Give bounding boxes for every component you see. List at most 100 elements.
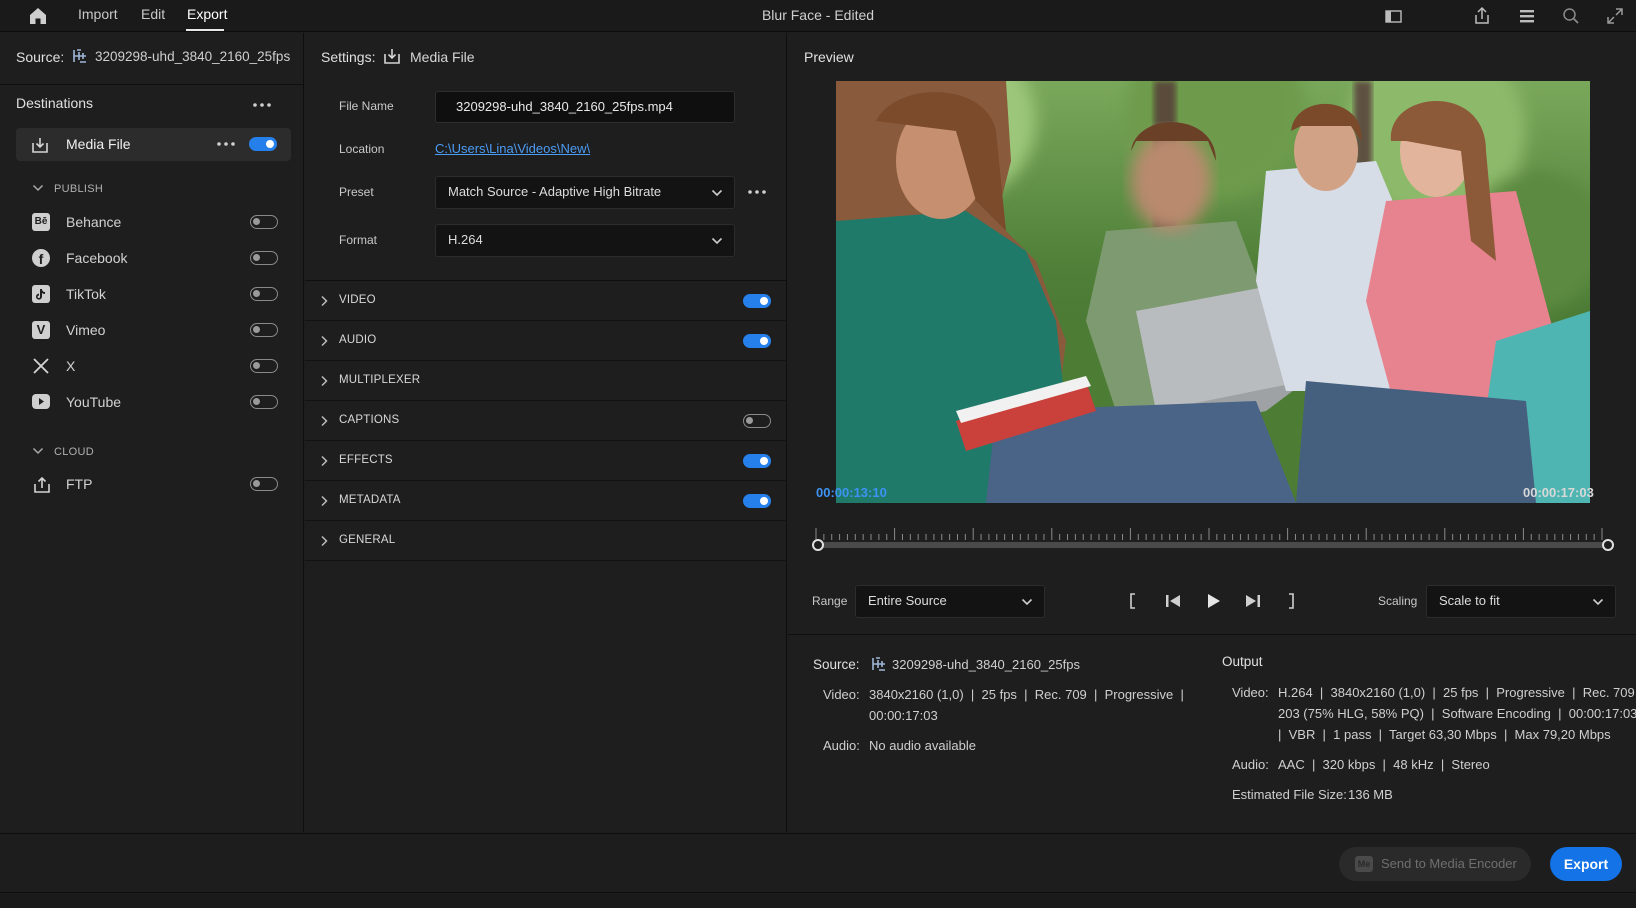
facebook-toggle[interactable] xyxy=(250,251,278,265)
section-effects-label: EFFECTS xyxy=(339,454,393,466)
effects-toggle[interactable] xyxy=(743,454,771,468)
destinations-more-icon[interactable] xyxy=(250,95,274,113)
media-file-toggle[interactable] xyxy=(249,137,277,151)
destination-media-file[interactable]: Media File xyxy=(16,128,291,161)
video-toggle[interactable] xyxy=(743,294,771,308)
progress-queue-icon[interactable] xyxy=(1515,4,1539,28)
destination-vimeo[interactable]: V Vimeo xyxy=(16,314,291,346)
chevron-right-icon xyxy=(317,294,331,308)
destination-tiktok[interactable]: TikTok xyxy=(16,278,291,310)
section-general[interactable]: GENERAL xyxy=(305,521,787,561)
preset-more-icon[interactable] xyxy=(745,183,769,201)
document-status: - Edited xyxy=(821,7,875,23)
audio-toggle[interactable] xyxy=(743,334,771,348)
tiktok-toggle[interactable] xyxy=(250,287,278,301)
preview-panel: Preview 00:00:13:10 00:00:17:03 Range En… xyxy=(788,33,1636,832)
send-to-media-encoder-label: Send to Media Encoder xyxy=(1381,856,1517,871)
current-time: 00:00:13:10 xyxy=(816,485,887,500)
panel-layout-icon[interactable] xyxy=(1381,4,1405,28)
behance-toggle[interactable] xyxy=(250,215,278,229)
ftp-toggle[interactable] xyxy=(250,477,278,491)
destination-youtube[interactable]: YouTube xyxy=(16,386,291,418)
share-icon[interactable] xyxy=(1470,4,1494,28)
document-name: Blur Face xyxy=(761,7,822,23)
section-metadata[interactable]: METADATA xyxy=(305,481,787,521)
cloud-header: CLOUD xyxy=(54,446,95,458)
mark-out-icon[interactable] xyxy=(1283,591,1299,611)
send-to-media-encoder-button[interactable]: Me Send to Media Encoder xyxy=(1339,847,1531,881)
chevron-right-icon xyxy=(317,494,331,508)
timeline-track xyxy=(813,542,1608,548)
section-audio[interactable]: AUDIO xyxy=(305,321,787,361)
preview-frame xyxy=(836,81,1590,503)
export-button[interactable]: Export xyxy=(1550,847,1622,881)
section-multiplexer[interactable]: MULTIPLEXER xyxy=(305,361,787,401)
youtube-label: YouTube xyxy=(66,394,122,410)
source-video-line2: 00:00:17:03 xyxy=(869,708,938,723)
output-video-line1: H.264 | 3840x2160 (1,0) | 25 fps | Progr… xyxy=(1278,685,1636,700)
destination-behance[interactable]: Bē Behance xyxy=(16,206,291,238)
range-dropdown[interactable]: Entire Source xyxy=(855,585,1045,618)
preset-value: Match Source - Adaptive High Bitrate xyxy=(448,184,662,199)
vimeo-icon: V xyxy=(32,321,50,339)
mark-in-icon[interactable] xyxy=(1125,591,1141,611)
duration: 00:00:17:03 xyxy=(1523,485,1594,500)
output-audio-value: AAC | 320 kbps | 48 kHz | Stereo xyxy=(1278,757,1490,772)
ftp-label: FTP xyxy=(66,476,93,492)
cloud-chevron-down-icon[interactable] xyxy=(31,444,45,458)
search-icon[interactable] xyxy=(1559,4,1583,28)
destinations-panel: Source: 3209298-uhd_3840_2160_25fps Dest… xyxy=(0,33,304,832)
preset-dropdown[interactable]: Match Source - Adaptive High Bitrate xyxy=(435,176,735,209)
chevron-right-icon xyxy=(317,534,331,548)
active-tab-indicator xyxy=(186,29,224,31)
settings-panel: Settings: Media File File Name 3209298-u… xyxy=(305,33,787,832)
file-name-input[interactable]: 3209298-uhd_3840_2160_25fps.mp4 xyxy=(435,91,735,123)
section-captions-label: CAPTIONS xyxy=(339,414,400,426)
destination-facebook[interactable]: f Facebook xyxy=(16,242,291,274)
vimeo-toggle[interactable] xyxy=(250,323,278,337)
youtube-icon xyxy=(32,394,50,409)
chevron-right-icon xyxy=(317,374,331,388)
output-video-line2: 203 (75% HLG, 58% PQ) | Software Encodin… xyxy=(1278,706,1636,721)
facebook-icon: f xyxy=(32,249,50,267)
x-icon xyxy=(32,357,50,375)
scaling-dropdown[interactable]: Scale to fit xyxy=(1426,585,1616,618)
location-link[interactable]: C:\Users\Lina\Videos\New\ xyxy=(435,141,590,156)
preset-label: Preset xyxy=(339,185,374,199)
metadata-toggle[interactable] xyxy=(743,494,771,508)
format-value: H.264 xyxy=(448,232,483,247)
step-back-icon[interactable] xyxy=(1163,591,1183,611)
top-bar: Import Edit Export Blur Face - Edited xyxy=(0,0,1636,32)
chevron-down-icon xyxy=(1020,595,1034,609)
fullscreen-icon[interactable] xyxy=(1603,4,1627,28)
in-point-handle[interactable] xyxy=(812,539,824,551)
media-file-more-icon[interactable] xyxy=(214,136,238,152)
tiktok-label: TikTok xyxy=(66,286,106,302)
section-effects[interactable]: EFFECTS xyxy=(305,441,787,481)
chevron-down-icon xyxy=(710,186,724,200)
sequence-icon xyxy=(870,655,888,673)
step-forward-icon[interactable] xyxy=(1243,591,1263,611)
chevron-down-icon xyxy=(1591,595,1605,609)
x-toggle[interactable] xyxy=(250,359,278,373)
behance-icon: Bē xyxy=(32,213,50,231)
captions-toggle[interactable] xyxy=(743,414,771,428)
publish-chevron-down-icon[interactable] xyxy=(31,181,45,195)
output-audio-label: Audio: xyxy=(1232,757,1269,772)
chevron-down-icon xyxy=(710,234,724,248)
sequence-icon xyxy=(71,47,89,65)
source-video-line1: 3840x2160 (1,0) | 25 fps | Rec. 709 | Pr… xyxy=(869,687,1184,702)
youtube-toggle[interactable] xyxy=(250,395,278,409)
source-name: 3209298-uhd_3840_2160_25fps xyxy=(95,49,291,64)
destinations-title: Destinations xyxy=(16,95,94,111)
format-dropdown[interactable]: H.264 xyxy=(435,224,735,257)
section-captions[interactable]: CAPTIONS xyxy=(305,401,787,441)
chevron-right-icon xyxy=(317,414,331,428)
destination-ftp[interactable]: FTP xyxy=(16,468,291,500)
out-point-handle[interactable] xyxy=(1602,539,1614,551)
play-icon[interactable] xyxy=(1203,591,1223,611)
destination-x[interactable]: X xyxy=(16,350,291,382)
source-video-label: Video: xyxy=(823,687,860,702)
section-video[interactable]: VIDEO xyxy=(305,281,787,321)
location-label: Location xyxy=(339,142,385,156)
